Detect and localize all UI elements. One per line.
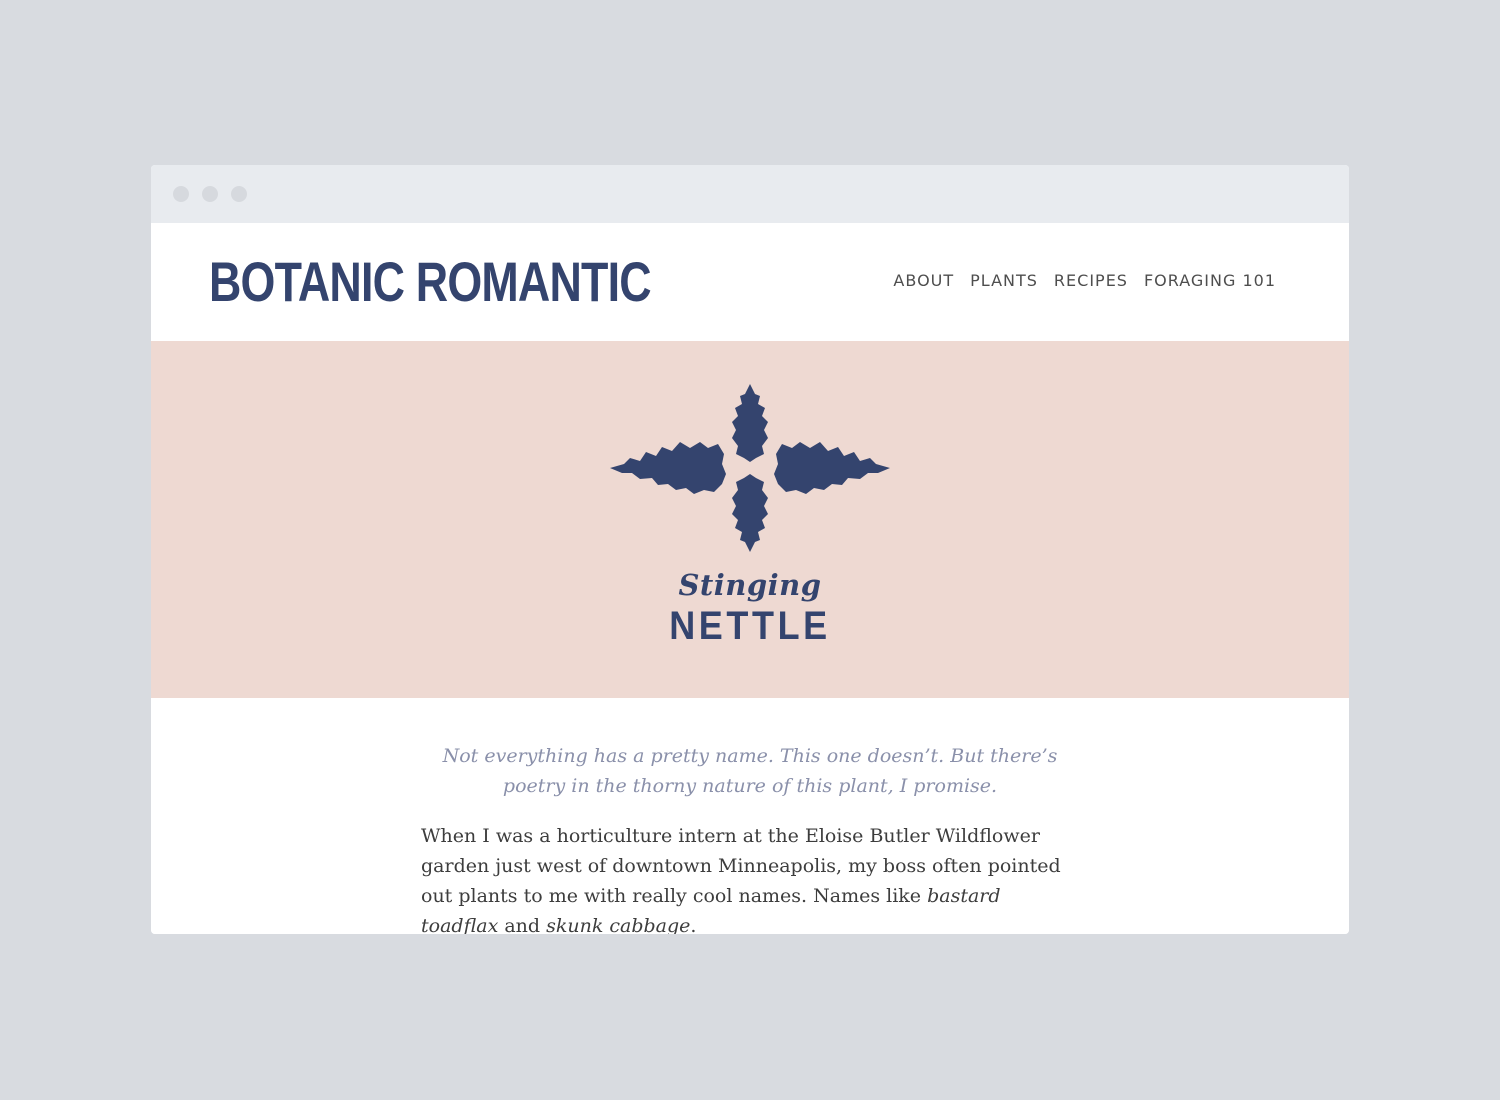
hero-script-title: Stinging	[678, 568, 822, 602]
site-logo[interactable]: BOTANIC ROMANTIC	[209, 250, 652, 314]
nav-item-plants[interactable]: PLANTS	[970, 270, 1038, 292]
site-header: BOTANIC ROMANTIC ABOUT PLANTS RECIPES FO…	[151, 223, 1349, 341]
main-nav: ABOUT PLANTS RECIPES FORAGING 101	[893, 270, 1276, 292]
article-intro: Not everything has a pretty name. This o…	[442, 745, 1058, 797]
nettle-leaves-icon	[610, 384, 890, 552]
browser-chrome	[151, 165, 1349, 223]
article-paragraph: When I was a horticulture intern at the …	[421, 821, 1081, 934]
paragraph-joiner: and	[498, 915, 547, 934]
window-maximize-dot[interactable]	[231, 186, 247, 202]
hero-title: Stinging NETTLE	[151, 567, 1349, 649]
emphasis-skunk-cabbage: skunk cabbage	[546, 915, 691, 934]
nav-item-foraging-101[interactable]: FORAGING 101	[1144, 270, 1276, 292]
browser-window: BOTANIC ROMANTIC ABOUT PLANTS RECIPES FO…	[151, 165, 1349, 934]
window-close-dot[interactable]	[173, 186, 189, 202]
hero-display-title: NETTLE	[669, 604, 831, 648]
nav-item-about[interactable]: ABOUT	[893, 270, 954, 292]
window-minimize-dot[interactable]	[202, 186, 218, 202]
paragraph-text-end: .	[690, 915, 697, 934]
nav-item-recipes[interactable]: RECIPES	[1054, 270, 1128, 292]
article-content: Not everything has a pretty name. This o…	[151, 698, 1349, 934]
hero-banner: Stinging NETTLE	[151, 341, 1349, 698]
